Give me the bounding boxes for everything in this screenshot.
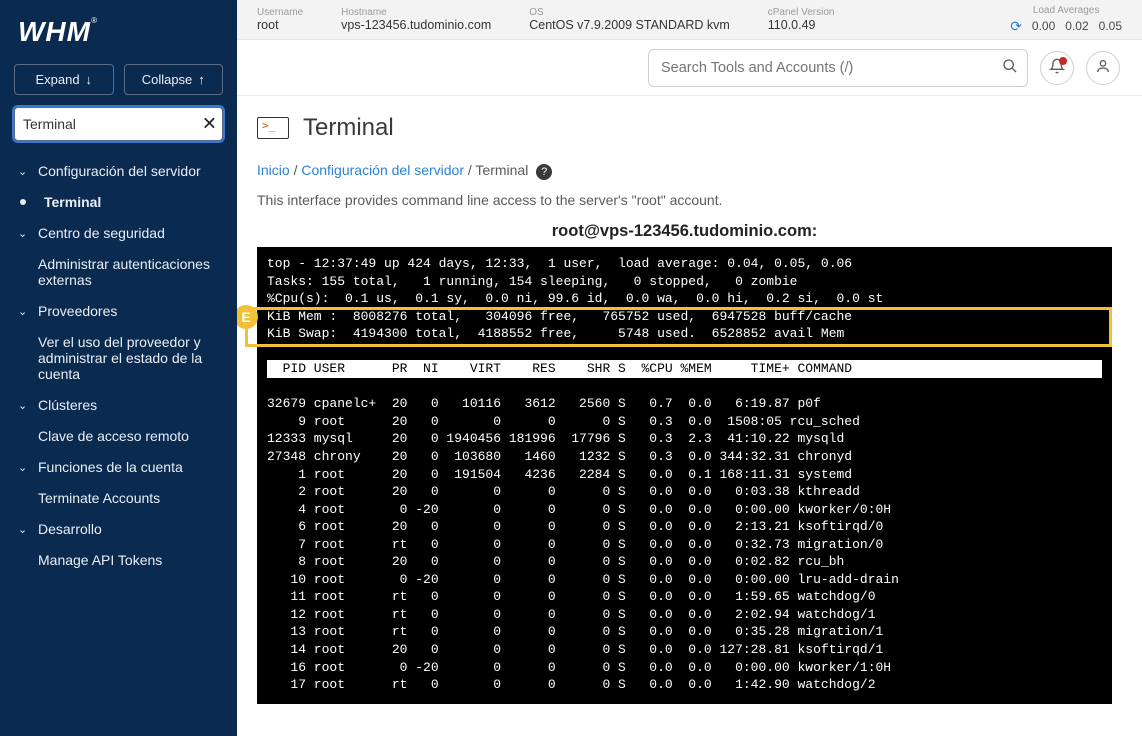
chevron-down-icon: ⌄: [18, 523, 30, 536]
refresh-icon[interactable]: ⟳: [1010, 18, 1022, 35]
expand-label: Expand: [35, 72, 79, 87]
chevron-down-icon: ⌄: [18, 305, 30, 318]
chevron-down-icon: ⌄: [18, 227, 30, 240]
sidebar-group-header[interactable]: ⌄ Configuración del servidor: [0, 155, 237, 187]
chevron-down-icon: ⌄: [18, 461, 30, 474]
sidebar-item[interactable]: Terminate Accounts: [0, 483, 237, 513]
help-icon[interactable]: ?: [536, 164, 552, 180]
sidebar-group-header[interactable]: ⌄ Clústeres: [0, 389, 237, 421]
whm-logo: WHM®: [0, 0, 237, 54]
user-icon: [1095, 58, 1111, 78]
expand-button[interactable]: Expand ↓: [14, 64, 114, 95]
load-1m: 0.00: [1032, 19, 1055, 33]
sidebar-group-header[interactable]: ⌄ Proveedores: [0, 295, 237, 327]
clear-search-icon[interactable]: ✕: [202, 114, 217, 135]
load-15m: 0.05: [1099, 19, 1122, 33]
terminal-output[interactable]: top - 12:37:49 up 424 days, 12:33, 1 use…: [257, 247, 1112, 704]
sidebar-item[interactable]: Ver el uso del proveedor y administrar e…: [0, 327, 237, 389]
page-title: Terminal: [303, 114, 394, 142]
sidebar-item-label: Manage API Tokens: [38, 552, 162, 568]
global-search-input[interactable]: [648, 49, 1028, 87]
sidebar-group-header[interactable]: ⌄ Centro de seguridad: [0, 217, 237, 249]
os-col: OS CentOS v7.9.2009 STANDARD kvm: [529, 7, 730, 32]
terminal-table-rows: 32679 cpanelc+ 20 0 10116 3612 2560 S 0.…: [267, 396, 899, 692]
sidebar-item-label: Terminal: [44, 194, 101, 210]
crumb-home[interactable]: Inicio: [257, 162, 290, 178]
collapse-button[interactable]: Collapse ↑: [124, 64, 224, 95]
sidebar-item-label: Administrar autenticaciones externas: [38, 256, 219, 288]
notification-dot-icon: [1059, 57, 1067, 65]
page-content: Terminal Inicio / Configuración del serv…: [237, 96, 1142, 736]
search-icon[interactable]: [1002, 58, 1018, 78]
sidebar-group-label: Centro de seguridad: [38, 225, 165, 241]
sidebar-group-label: Configuración del servidor: [38, 163, 201, 179]
account-button[interactable]: [1086, 51, 1120, 85]
terminal-icon: [257, 117, 289, 139]
collapse-label: Collapse: [142, 72, 193, 87]
sidebar-group-header[interactable]: ⌄ Funciones de la cuenta: [0, 451, 237, 483]
username-col: Username root: [257, 7, 303, 32]
terminal-host-title: root@vps-123456.tudominio.com:: [257, 222, 1112, 241]
sidebar-group-label: Proveedores: [38, 303, 117, 319]
chevron-down-icon: ⌄: [18, 399, 30, 412]
crumb-current: Terminal: [475, 162, 528, 178]
sidebar-item[interactable]: Manage API Tokens: [0, 545, 237, 575]
top-info-bar: Username root Hostname vps-123456.tudomi…: [237, 0, 1142, 40]
sidebar-item-label: Terminate Accounts: [38, 490, 160, 506]
sidebar-item[interactable]: Terminal: [0, 187, 237, 217]
crumb-section[interactable]: Configuración del servidor: [301, 162, 464, 178]
breadcrumb: Inicio / Configuración del servidor / Te…: [257, 162, 1112, 180]
load-5m: 0.02: [1065, 19, 1088, 33]
intro-text: This interface provides command line acc…: [257, 192, 1112, 208]
notifications-button[interactable]: [1040, 51, 1074, 85]
main-toolbar: [237, 40, 1142, 96]
annotation-badge: E: [237, 305, 258, 329]
sidebar-group-label: Desarrollo: [38, 521, 102, 537]
sidebar-item[interactable]: Clave de acceso remoto: [0, 421, 237, 451]
sidebar: WHM® Expand ↓ Collapse ↑ ✕ ⌄ Configuració…: [0, 0, 237, 736]
load-averages-col: Load Averages ⟳ 0.00 0.02 0.05: [1010, 5, 1122, 35]
sidebar-item[interactable]: Administrar autenticaciones externas: [0, 249, 237, 295]
arrow-up-icon: ↑: [198, 72, 205, 87]
sidebar-item-label: Clave de acceso remoto: [38, 428, 189, 444]
sidebar-group-header[interactable]: ⌄ Desarrollo: [0, 513, 237, 545]
sidebar-group-label: Clústeres: [38, 397, 97, 413]
active-dot-icon: [20, 199, 26, 205]
chevron-down-icon: ⌄: [18, 165, 30, 178]
arrow-down-icon: ↓: [86, 72, 93, 87]
sidebar-nav: ⌄ Configuración del servidor Terminal ⌄ Cent…: [0, 151, 237, 736]
hostname-col: Hostname vps-123456.tudominio.com: [341, 7, 491, 32]
terminal-table-header: PID USER PR NI VIRT RES SHR S %CPU %MEM …: [267, 360, 1102, 378]
sidebar-search-input[interactable]: [14, 107, 223, 141]
sidebar-group-label: Funciones de la cuenta: [38, 459, 183, 475]
sidebar-item-label: Ver el uso del proveedor y administrar e…: [38, 334, 219, 382]
cpanel-version-col: cPanel Version 110.0.49: [768, 7, 835, 32]
